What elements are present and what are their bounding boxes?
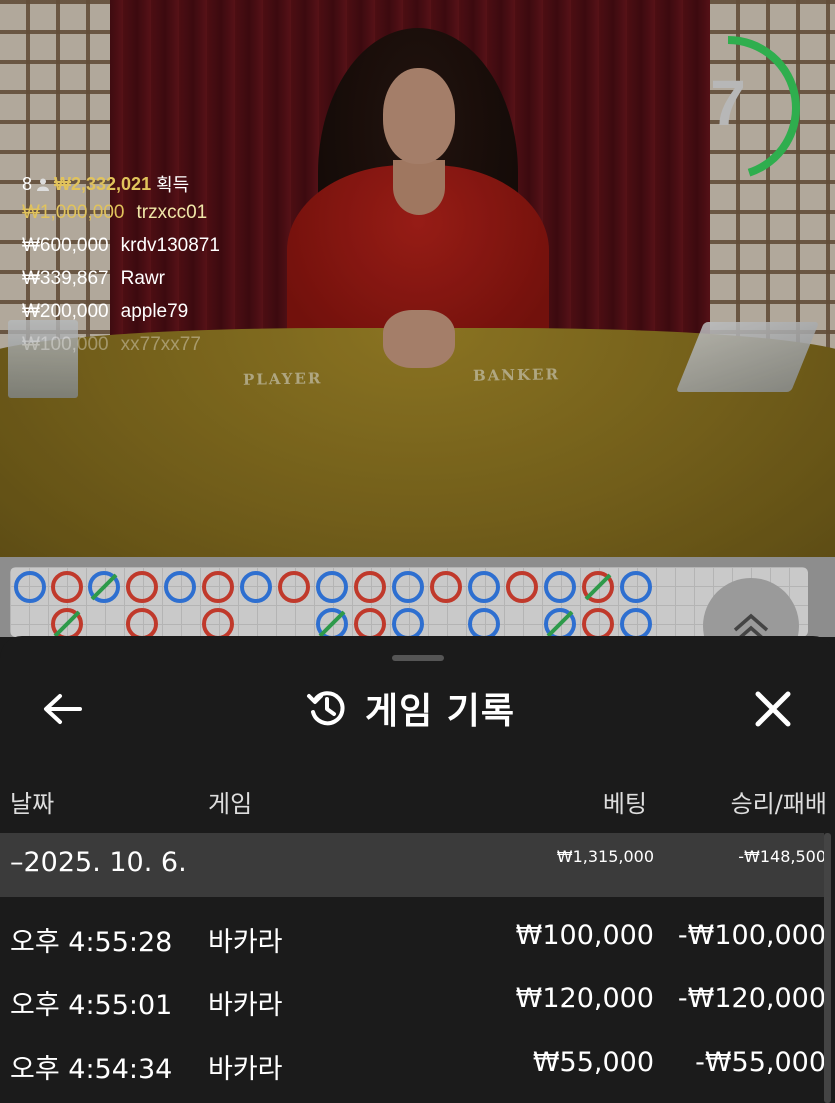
banker-bead bbox=[354, 571, 386, 603]
winners-total: 8 ₩2,332,021 획득 bbox=[22, 172, 220, 196]
winner-row: ₩1,000,000 trzxcc01 bbox=[22, 201, 208, 223]
group-result-total: -₩148,500 bbox=[738, 847, 826, 866]
banker-bead bbox=[126, 571, 158, 603]
list-scrollbar[interactable] bbox=[824, 833, 831, 1103]
banker-bead bbox=[430, 571, 462, 603]
table-row[interactable]: 오후 4:55:01 바카라 ₩120,000 -₩120,000 bbox=[0, 969, 835, 1031]
date-group-row[interactable]: –2025. 10. 6. ₩1,315,000 -₩148,500 bbox=[0, 833, 826, 897]
winners-total-amount: ₩2,332,021 bbox=[54, 173, 152, 194]
winner-row: ₩339,867 Rawr bbox=[22, 267, 165, 289]
row-game: 바카라 bbox=[208, 1054, 283, 1085]
group-bet-total: ₩1,315,000 bbox=[556, 847, 654, 866]
player-bead bbox=[544, 571, 576, 603]
winners-list: 8 ₩2,332,021 획득 ₩1,000,000 trzxcc01 ₩600… bbox=[22, 172, 220, 361]
row-time: 오후 4:54:34 bbox=[10, 1054, 173, 1085]
player-bead bbox=[468, 608, 500, 637]
tie-mark bbox=[53, 610, 81, 637]
banker-bead bbox=[51, 571, 83, 603]
player-bead bbox=[392, 571, 424, 603]
table-row[interactable]: 오후 4:55:28 바카라 ₩100,000 -₩100,000 bbox=[0, 906, 835, 968]
tie-mark bbox=[584, 573, 612, 601]
winners-total-label: 획득 bbox=[156, 175, 190, 195]
tie-mark bbox=[90, 573, 118, 601]
banker-bead bbox=[354, 608, 386, 637]
player-bead bbox=[620, 571, 652, 603]
winner-count: 8 bbox=[22, 173, 33, 194]
column-header-bet[interactable]: 베팅 bbox=[603, 784, 647, 819]
bead-road-grid bbox=[10, 567, 808, 637]
row-bet: ₩55,000 bbox=[532, 1047, 654, 1078]
close-icon bbox=[755, 691, 791, 727]
column-header-game[interactable]: 게임 bbox=[208, 784, 252, 819]
game-history-sheet: 게임 기록 날짜 게임 베팅 승리/패배 –2025. 10. 6. ₩1,31… bbox=[0, 636, 835, 1103]
player-bead bbox=[316, 571, 348, 603]
player-bead bbox=[620, 608, 652, 637]
banker-bead bbox=[506, 571, 538, 603]
banker-bead bbox=[582, 608, 614, 637]
row-result: -₩55,000 bbox=[695, 1047, 826, 1078]
player-bead bbox=[468, 571, 500, 603]
row-bet: ₩120,000 bbox=[515, 983, 654, 1014]
player-bead bbox=[164, 571, 196, 603]
sheet-title: 게임 기록 bbox=[305, 684, 515, 732]
row-game: 바카라 bbox=[208, 990, 283, 1021]
close-button[interactable] bbox=[750, 686, 796, 732]
sheet-drag-handle[interactable] bbox=[392, 655, 444, 661]
row-result: -₩100,000 bbox=[677, 920, 826, 951]
banker-bead bbox=[278, 571, 310, 603]
row-result: -₩120,000 bbox=[677, 983, 826, 1014]
banker-bead bbox=[202, 608, 234, 637]
person-icon bbox=[37, 178, 50, 191]
banker-bead bbox=[126, 608, 158, 637]
tie-mark bbox=[546, 610, 574, 637]
row-bet: ₩100,000 bbox=[515, 920, 654, 951]
bead-road-markers bbox=[14, 571, 652, 637]
sheet-title-text: 게임 기록 bbox=[365, 691, 516, 732]
row-game: 바카라 bbox=[208, 927, 283, 958]
tie-mark bbox=[318, 610, 346, 637]
player-bead bbox=[392, 608, 424, 637]
player-bead bbox=[240, 571, 272, 603]
column-header-result[interactable]: 승리/패배 bbox=[731, 784, 827, 819]
winner-row: ₩600,000 krdv130871 bbox=[22, 234, 220, 256]
player-bead bbox=[14, 571, 46, 603]
countdown-number: 7 bbox=[710, 67, 746, 139]
live-video: PLAYER BANKER 8 ₩2,332,021 획득 ₩1,000,000… bbox=[0, 0, 835, 557]
winner-row: ₩100,000 xx77xx77 bbox=[22, 333, 201, 355]
row-time: 오후 4:55:28 bbox=[10, 927, 173, 958]
table-row[interactable]: 오후 4:54:34 바카라 ₩55,000 -₩55,000 bbox=[0, 1033, 835, 1095]
group-date: –2025. 10. 6. bbox=[10, 847, 187, 878]
history-icon bbox=[307, 691, 345, 726]
back-button[interactable] bbox=[40, 688, 86, 730]
back-arrow-icon bbox=[44, 694, 82, 724]
winner-row: ₩200,000 apple79 bbox=[22, 300, 189, 322]
column-header-date[interactable]: 날짜 bbox=[10, 784, 54, 819]
row-time: 오후 4:55:01 bbox=[10, 990, 173, 1021]
banker-bead bbox=[202, 571, 234, 603]
